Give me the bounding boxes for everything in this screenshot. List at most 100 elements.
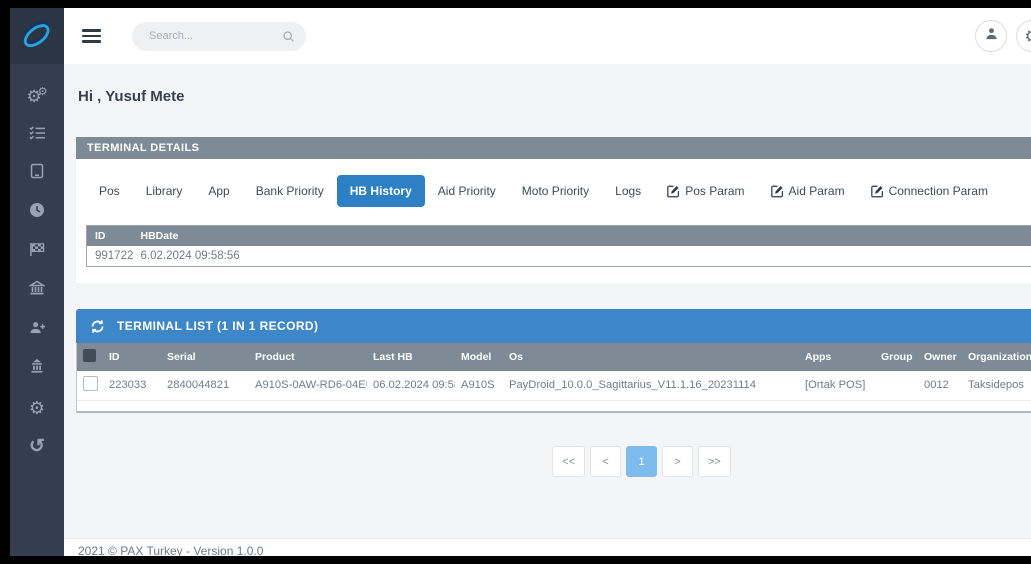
column-header-serial: Serial bbox=[161, 343, 249, 371]
edit-icon bbox=[871, 185, 884, 198]
footer-version-text: 2021 © PAX Turkey - Version 1.0.0 bbox=[78, 544, 1031, 556]
checklist-icon bbox=[29, 125, 46, 145]
history-icon: ↺ bbox=[29, 437, 45, 456]
column-header-last-hb: Last HB bbox=[367, 343, 455, 371]
tab-bank-priority[interactable]: Bank Priority bbox=[243, 175, 337, 207]
pagination-first-button[interactable]: << bbox=[552, 446, 585, 477]
row-checkbox[interactable] bbox=[83, 376, 98, 391]
terminal-details-tabs: Pos Library App Bank Priority HB History… bbox=[86, 175, 1031, 207]
gear-icon: ⚙ bbox=[29, 399, 45, 417]
terminal-details-body: Pos Library App Bank Priority HB History… bbox=[76, 159, 1031, 283]
app-window: ⚙⚙ bbox=[10, 8, 1031, 556]
cell-id: 223033 bbox=[103, 371, 161, 401]
search-input[interactable] bbox=[147, 29, 282, 43]
terminal-device-icon bbox=[29, 163, 45, 184]
column-header-os: Os bbox=[503, 343, 799, 371]
sidebar-item-banks[interactable] bbox=[10, 271, 64, 310]
pagination-prev-button[interactable]: < bbox=[590, 446, 621, 477]
user-menu-button[interactable] bbox=[975, 20, 1007, 52]
cell-owner: 0012 bbox=[918, 371, 962, 401]
pagination-page-1-button[interactable]: 1 bbox=[626, 446, 657, 477]
terminal-list-header-row: ID Serial Product Last HB Model Os Apps … bbox=[77, 343, 1031, 371]
column-header-hbdate: HBDate bbox=[133, 226, 1031, 247]
cell-organization: Taksidepos bbox=[962, 371, 1031, 401]
gear-icon: ⚙ bbox=[1024, 28, 1031, 45]
cell-product: A910S-0AW-RD6-04EU bbox=[249, 371, 367, 401]
tab-hb-history[interactable]: HB History bbox=[337, 175, 425, 207]
column-header-model: Model bbox=[455, 343, 503, 371]
edit-icon bbox=[771, 185, 784, 198]
pagination-next-button[interactable]: > bbox=[662, 446, 693, 477]
add-user-icon bbox=[29, 320, 46, 340]
hb-history-table: ID HBDate 991722 6.02.2024 09:58:56 bbox=[86, 225, 1031, 267]
tab-aid-param[interactable]: Aid Param bbox=[758, 175, 858, 207]
tab-aid-priority[interactable]: Aid Priority bbox=[425, 175, 509, 207]
tab-connection-param[interactable]: Connection Param bbox=[858, 175, 1001, 207]
column-header-product: Product bbox=[249, 343, 367, 371]
terminal-list-title: TERMINAL LIST (1 IN 1 RECORD) bbox=[117, 319, 318, 333]
bank-icon bbox=[29, 280, 45, 301]
column-header-organization: Organization bbox=[962, 343, 1031, 371]
logo[interactable] bbox=[10, 8, 64, 64]
terminal-row[interactable]: 223033 2840044821 A910S-0AW-RD6-04EU 06.… bbox=[77, 371, 1031, 401]
column-header-id: ID bbox=[87, 226, 133, 247]
terminal-list-table-wrap: ID Serial Product Last HB Model Os Apps … bbox=[76, 343, 1031, 401]
terminal-details-panel: TERMINAL DETAILS Pos Library App Bank Pr… bbox=[76, 137, 1031, 283]
sidebar-item-organizations[interactable] bbox=[10, 349, 64, 388]
sidebar-nav: ⚙⚙ bbox=[10, 64, 64, 466]
footer: 2021 © PAX Turkey - Version 1.0.0 bbox=[64, 538, 1031, 556]
sidebar-item-parameters[interactable]: ⚙⚙ bbox=[10, 76, 64, 115]
tab-app[interactable]: App bbox=[195, 175, 242, 207]
menu-toggle-button[interactable] bbox=[82, 26, 102, 46]
organization-icon bbox=[29, 358, 45, 379]
hb-date-cell: 6.02.2024 09:58:56 bbox=[133, 246, 1031, 267]
column-header-apps: Apps bbox=[799, 343, 875, 371]
user-icon bbox=[984, 26, 999, 46]
tab-logs[interactable]: Logs bbox=[602, 175, 654, 207]
sidebar-item-add-user[interactable] bbox=[10, 310, 64, 349]
sidebar: ⚙⚙ bbox=[10, 8, 64, 556]
main-area: ⚙ Hi , Yusuf Mete TERMINAL DETAILS Pos L… bbox=[64, 8, 1031, 556]
refresh-icon[interactable] bbox=[90, 319, 105, 334]
page-greeting: Hi , Yusuf Mete bbox=[78, 88, 1031, 105]
cogs-icon: ⚙⚙ bbox=[26, 87, 47, 105]
hb-history-row[interactable]: 991722 6.02.2024 09:58:56 bbox=[87, 246, 1031, 267]
topbar: ⚙ bbox=[64, 8, 1031, 64]
content: Hi , Yusuf Mete TERMINAL DETAILS Pos Lib… bbox=[64, 64, 1031, 538]
terminal-list-header: TERMINAL LIST (1 IN 1 RECORD) bbox=[76, 309, 1031, 343]
hb-id-cell: 991722 bbox=[87, 246, 133, 267]
terminal-list-table: ID Serial Product Last HB Model Os Apps … bbox=[77, 343, 1031, 401]
cell-group bbox=[875, 371, 918, 401]
pagination-last-button[interactable]: >> bbox=[698, 446, 731, 477]
sidebar-item-campaigns[interactable] bbox=[10, 232, 64, 271]
cell-last-hb: 06.02.2024 09:58 bbox=[367, 371, 455, 401]
column-header-id: ID bbox=[103, 343, 161, 371]
tab-library[interactable]: Library bbox=[133, 175, 196, 207]
edit-icon bbox=[667, 185, 680, 198]
sidebar-item-tasks[interactable] bbox=[10, 115, 64, 154]
pax-logo-icon bbox=[19, 16, 55, 57]
finish-flag-icon bbox=[29, 242, 46, 262]
cell-model: A910S bbox=[455, 371, 503, 401]
topbar-actions: ⚙ bbox=[975, 20, 1031, 52]
hb-history-header-row: ID HBDate bbox=[87, 226, 1031, 247]
sidebar-item-history[interactable]: ↺ bbox=[10, 427, 64, 466]
column-header-group: Group bbox=[875, 343, 918, 371]
sidebar-item-terminals[interactable] bbox=[10, 154, 64, 193]
terminal-list-panel: TERMINAL LIST (1 IN 1 RECORD) ID Seria bbox=[76, 309, 1031, 413]
tab-moto-priority[interactable]: Moto Priority bbox=[509, 175, 602, 207]
search-icon[interactable] bbox=[282, 30, 295, 43]
clock-icon bbox=[29, 202, 45, 223]
tab-pos-param[interactable]: Pos Param bbox=[654, 175, 757, 207]
sidebar-item-settings[interactable]: ⚙ bbox=[10, 388, 64, 427]
sidebar-item-monitoring[interactable] bbox=[10, 193, 64, 232]
terminal-details-title: TERMINAL DETAILS bbox=[76, 137, 1031, 159]
column-header-owner: Owner bbox=[918, 343, 962, 371]
cell-apps: [Ortak POS] bbox=[799, 371, 875, 401]
table-bottom-border bbox=[76, 401, 1031, 413]
cell-os: PayDroid_10.0.0_Sagittarius_V11.1.16_202… bbox=[503, 371, 799, 401]
settings-menu-button[interactable]: ⚙ bbox=[1016, 20, 1031, 52]
search-box bbox=[132, 22, 306, 51]
tab-pos[interactable]: Pos bbox=[86, 175, 133, 207]
select-all-checkbox[interactable] bbox=[83, 349, 96, 362]
